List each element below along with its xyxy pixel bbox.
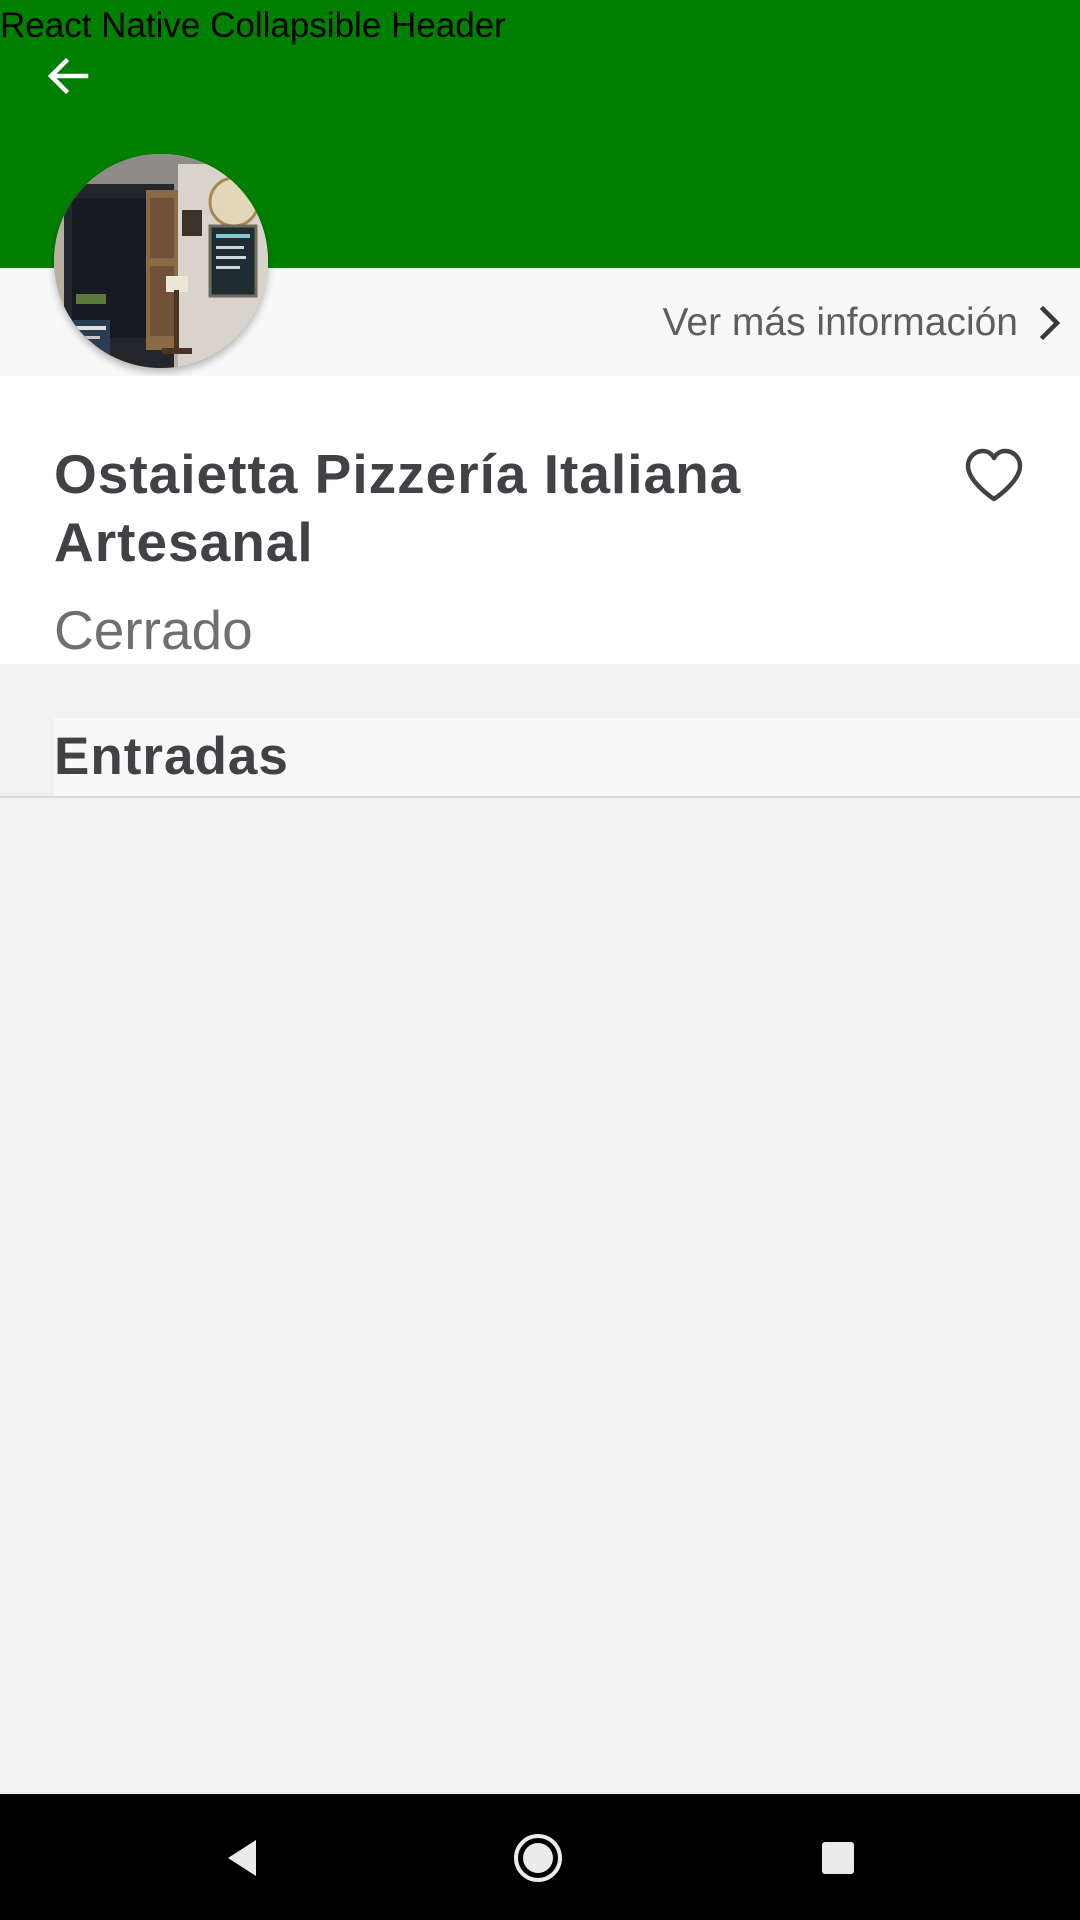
restaurant-name: Ostaietta Pizzería Italiana Artesanal	[54, 443, 742, 573]
storefront-photo	[54, 154, 268, 368]
more-info-label: Ver más información	[662, 301, 1018, 344]
restaurant-avatar	[54, 154, 268, 368]
nav-home-button[interactable]	[502, 1822, 574, 1894]
circle-home-icon	[514, 1834, 562, 1882]
triangle-back-icon	[228, 1840, 256, 1876]
nav-recents-button[interactable]	[802, 1822, 874, 1894]
status-text: Cerrado	[54, 599, 253, 661]
back-button[interactable]	[34, 42, 102, 110]
heart-outline-icon	[965, 448, 1023, 502]
section-divider	[0, 796, 1080, 798]
nav-back-button[interactable]	[206, 1822, 278, 1894]
more-info-link[interactable]: Ver más información	[663, 290, 1062, 356]
chevron-right-icon	[1038, 305, 1062, 341]
favorite-button[interactable]	[958, 440, 1030, 512]
arrow-left-icon	[47, 57, 89, 95]
square-recents-icon	[822, 1842, 854, 1874]
menu-section-title: Entradas	[54, 727, 289, 786]
